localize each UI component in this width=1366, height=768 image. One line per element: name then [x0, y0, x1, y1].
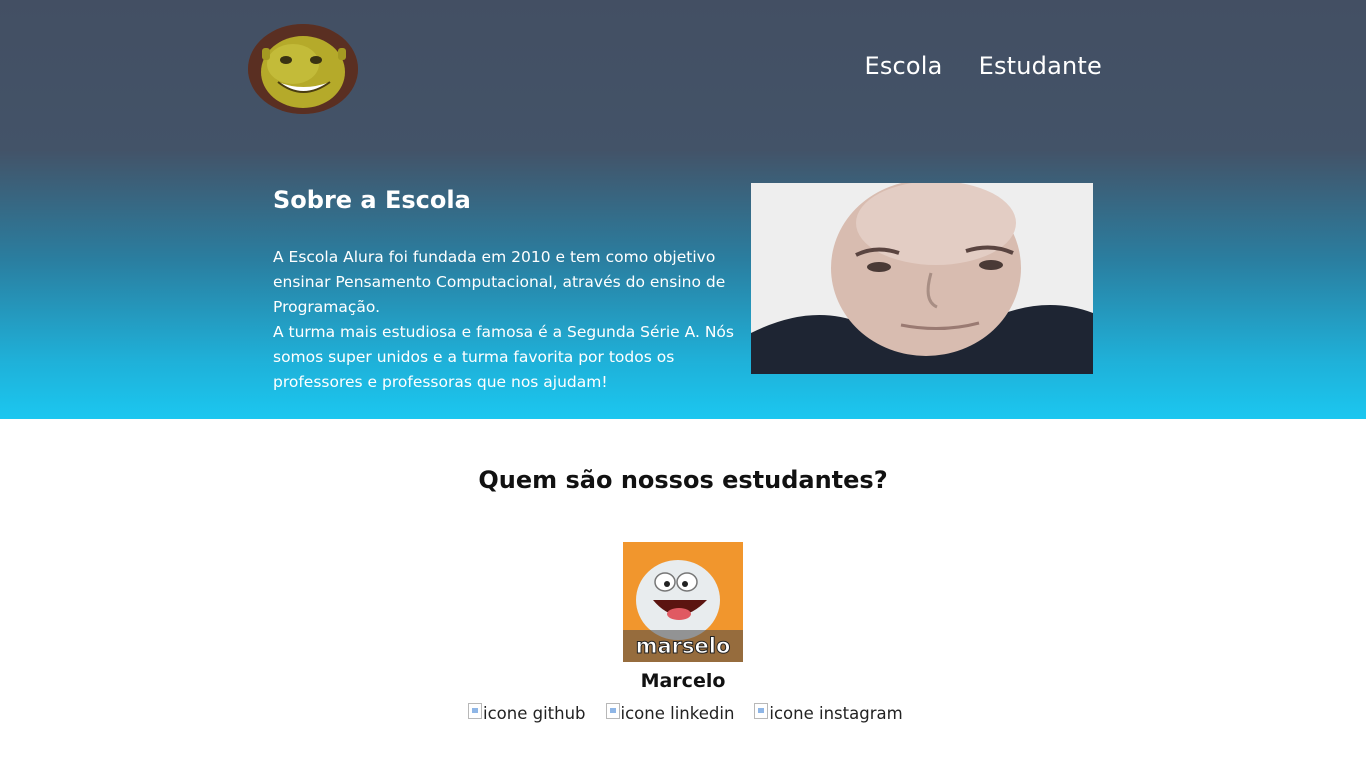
linkedin-alt-text: icone linkedin [620, 704, 735, 723]
student-name: Marcelo [640, 670, 726, 692]
student-socials: icone github icone linkedin icone instag… [468, 702, 903, 726]
student-photo: marselo [623, 542, 743, 662]
bald-man-image [751, 183, 1093, 374]
broken-image-icon [754, 703, 769, 719]
linkedin-link[interactable]: icone linkedin [605, 702, 735, 726]
instagram-alt-text: icone instagram [769, 704, 903, 723]
students-title: Quem são nossos estudantes? [478, 466, 888, 494]
about-title: Sobre a Escola [273, 186, 471, 214]
marcelo-meme-image: marselo [623, 542, 743, 662]
student-photo-caption: marselo [636, 634, 731, 658]
about-text: A Escola Alura foi fundada em 2010 e tem… [273, 248, 734, 391]
hero-section: Escola Estudante Sobre a Escola A Escola… [0, 0, 1366, 419]
github-alt-text: icone github [483, 704, 586, 723]
main-nav: Escola Estudante [864, 52, 1102, 80]
broken-image-icon [605, 703, 620, 719]
shrek-logo-image [248, 24, 358, 114]
school-photo [751, 183, 1093, 374]
logo-avatar[interactable] [248, 24, 358, 114]
nav-link-escola[interactable]: Escola [864, 52, 942, 80]
instagram-link[interactable]: icone instagram [754, 702, 903, 726]
nav-link-estudante[interactable]: Estudante [979, 52, 1102, 80]
broken-image-icon [468, 703, 482, 719]
github-link[interactable]: icone github [468, 702, 586, 726]
